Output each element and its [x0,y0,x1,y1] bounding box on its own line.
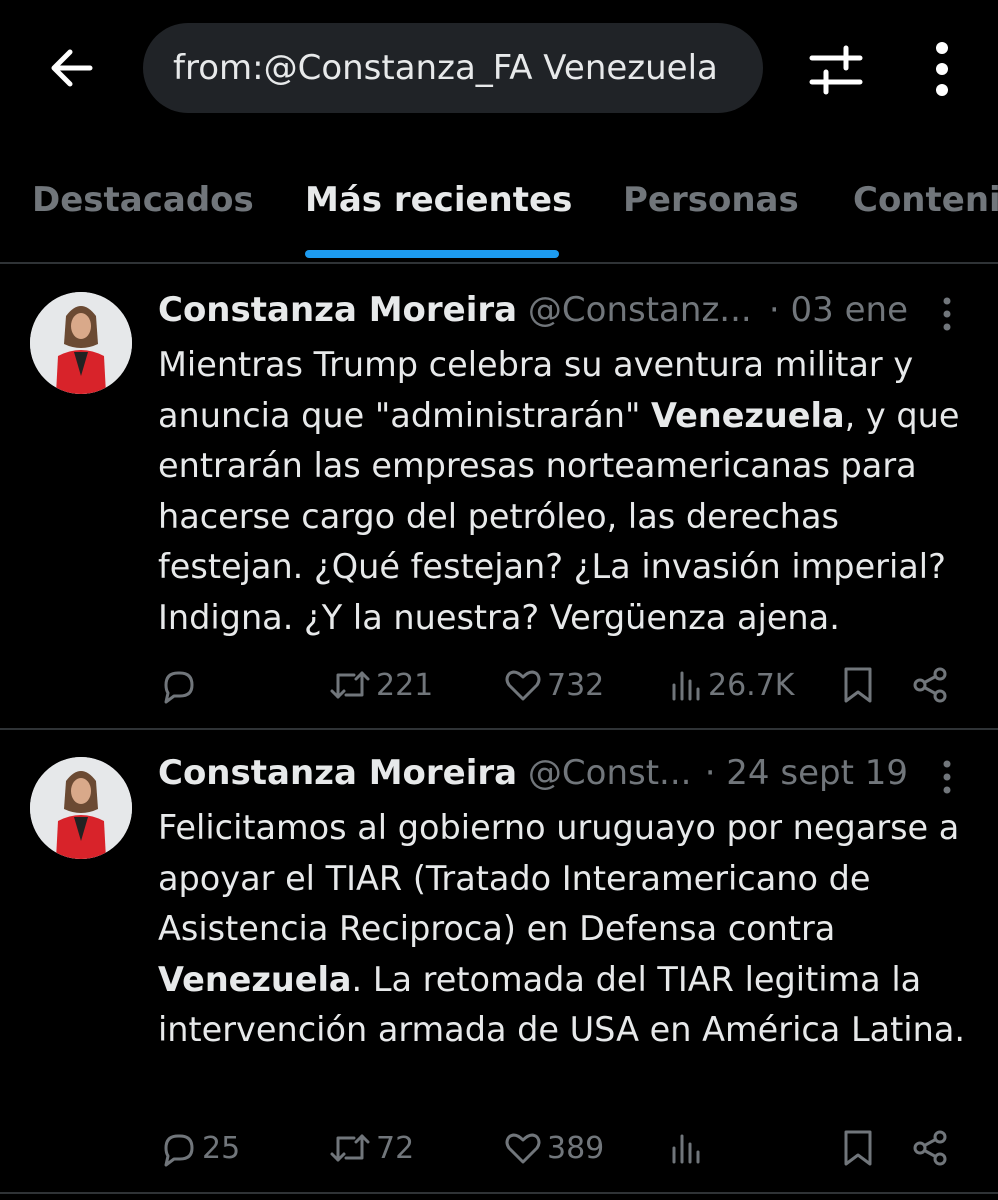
tweet-header: Constanza Moreira @Const... · 24 sept 19 [158,753,918,797]
views-button[interactable] [668,1123,708,1173]
tab-mas-recientes[interactable]: Más recientes [305,180,572,220]
views-icon [672,671,700,701]
tweet-date[interactable]: · 24 sept 19 [696,753,908,793]
tweet-text: Felicitamos al gobierno uruguayo por neg… [158,803,978,1056]
filter-button[interactable] [806,42,866,98]
active-tab-indicator [305,250,559,258]
bookmark-button[interactable] [840,1123,876,1173]
tweet-date[interactable]: · 03 ene [760,290,908,330]
share-icon [913,1130,947,1166]
tweet-text-part: Felicitamos al gobierno uruguayo por neg… [158,808,960,948]
more-vertical-icon [936,42,948,96]
search-tabs: Destacados Más recientes Personas Conten… [0,150,998,262]
retweet-icon [330,671,370,699]
like-button[interactable]: 389 [503,1123,604,1173]
top-bar [0,0,998,140]
divider [0,728,998,730]
share-button[interactable] [910,660,950,710]
like-icon [505,1133,541,1164]
tweet-actions: 221 732 26.7K [158,660,958,710]
share-button[interactable] [910,1123,950,1173]
bookmark-icon [844,667,872,703]
divider [0,262,998,264]
author-name[interactable]: Constanza Moreira [158,753,517,793]
reply-button[interactable]: 25 [158,1123,240,1173]
retweet-icon [330,1134,370,1162]
like-icon [505,670,541,701]
tab-contenido[interactable]: Contenido [853,180,998,220]
tweet-actions: 25 72 389 [158,1123,958,1173]
like-count: 389 [547,1130,605,1166]
share-icon [913,667,947,703]
bookmark-icon [844,1130,872,1166]
author-name[interactable]: Constanza Moreira [158,290,517,330]
reply-icon [164,671,194,704]
tweet-text: Mientras Trump celebra su aventura milit… [158,340,978,643]
tweet-more-button[interactable] [930,296,964,332]
tweet-more-button[interactable] [930,759,964,795]
reply-icon [164,1134,194,1167]
back-arrow-icon [51,49,93,87]
bookmark-button[interactable] [840,660,876,710]
avatar[interactable] [30,292,132,394]
tab-destacados[interactable]: Destacados [32,180,254,220]
more-options-button[interactable] [922,40,962,100]
search-input[interactable] [143,23,763,113]
reply-button[interactable] [158,660,202,710]
retweet-button[interactable]: 72 [328,1123,414,1173]
retweet-count: 221 [376,667,434,703]
retweet-count: 72 [376,1130,415,1166]
back-button[interactable] [44,40,100,96]
more-vertical-icon [943,297,951,331]
avatar[interactable] [30,757,132,859]
divider [0,1192,998,1194]
retweet-button[interactable]: 221 [328,660,433,710]
views-icon [672,1134,700,1164]
author-handle[interactable]: @Const... [528,753,692,793]
author-handle[interactable]: @Constanz... [528,290,752,330]
tweet-header: Constanza Moreira @Constanz... · 03 ene [158,290,918,334]
views-button[interactable]: 26.7K [668,660,794,710]
like-button[interactable]: 732 [503,660,604,710]
more-vertical-icon [943,760,951,794]
tab-personas[interactable]: Personas [623,180,799,220]
views-count: 26.7K [708,667,795,703]
reply-count: 25 [202,1130,241,1166]
highlighted-term: Venezuela [158,959,352,999]
filter-sliders-icon [809,45,863,95]
like-count: 732 [547,667,605,703]
highlighted-term: Venezuela [651,395,845,435]
